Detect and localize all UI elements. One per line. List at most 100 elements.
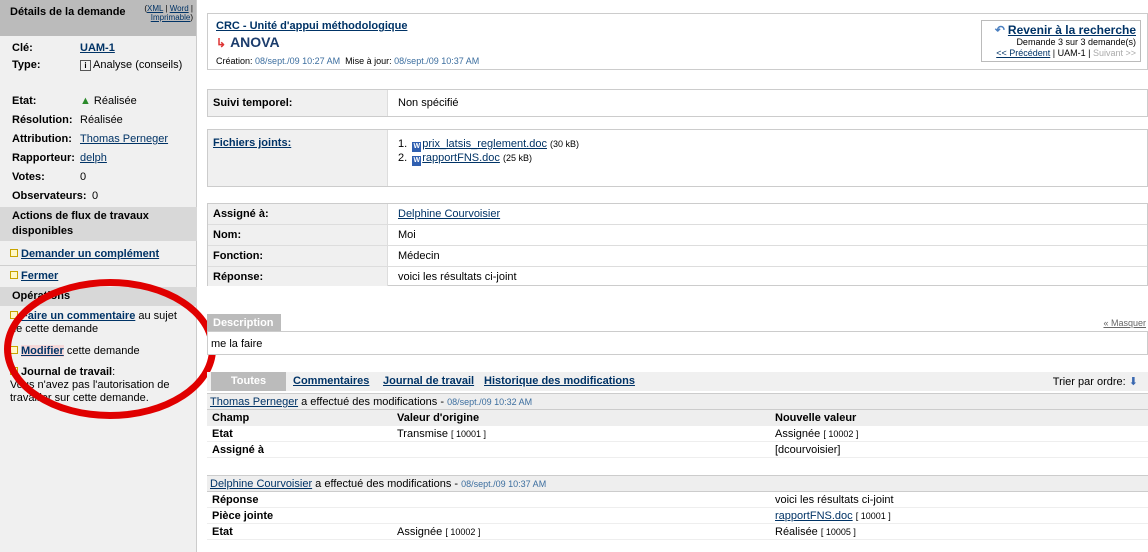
resolved-status-icon: ▲ (80, 95, 91, 107)
attachment-number: 2. (398, 152, 408, 164)
tab-history[interactable]: Historique des modifications (484, 375, 635, 387)
result-position: Demande 3 sur 3 demande(s) (1016, 37, 1136, 47)
updated-date: 08/sept./09 10:37 AM (394, 56, 480, 66)
tab-all[interactable]: Toutes (211, 372, 286, 391)
project-link[interactable]: CRC - Unité d'appui méthodologique (216, 20, 407, 32)
issue-dates: Création: 08/sept./09 10:27 AM Mise à jo… (216, 56, 479, 66)
history-new: Réalisée [ 10005 ] (775, 526, 856, 538)
description-tab: Description (207, 314, 281, 332)
history-old: Assignée [ 10002 ] (397, 526, 480, 538)
time-tracking-label: Suivi temporel: (208, 90, 388, 116)
history-field: Assigné à (212, 444, 264, 456)
field-label: Observateurs: (12, 190, 87, 202)
printable-link[interactable]: Imprimable (151, 13, 191, 22)
checkbox-icon (10, 249, 18, 257)
type-text: Analyse (conseils) (93, 59, 183, 71)
field-label: Attribution: (12, 133, 72, 145)
tab-worklog[interactable]: Journal de travail (383, 375, 474, 387)
votes-value: 0 (80, 171, 87, 183)
previous-link[interactable]: << Précédent (996, 48, 1050, 58)
custom-field-row: Réponse: voici les résultats ci-joint (208, 266, 1147, 286)
custom-fields-panel: Assigné à: Delphine Courvoisier Nom: Moi… (207, 203, 1148, 286)
created-date: 08/sept./09 10:27 AM (255, 56, 341, 66)
history-row: Pièce jointe rapportFNS.doc [ 10001 ] (207, 508, 1148, 524)
created-label: Création: (216, 56, 253, 66)
analysis-type-icon: i (80, 60, 91, 71)
custom-field-value: Moi (398, 229, 416, 241)
new-value: voici les résultats ci-joint (775, 494, 894, 506)
sidebar-header: Détails de la demande (XML | Word | Impr… (0, 0, 196, 36)
current-key: UAM-1 (1057, 48, 1086, 58)
word-link[interactable]: Word (170, 4, 189, 13)
column-old-value: Valeur d'origine (397, 412, 480, 424)
back-to-search[interactable]: ↶ Revenir à la recherche (986, 23, 1136, 37)
return-arrow-icon: ↶ (994, 23, 1005, 37)
history-columns: Champ Valeur d'origine Nouvelle valeur (207, 410, 1148, 426)
new-value: Assignée (775, 428, 821, 440)
history-date: 08/sept./09 10:37 AM (461, 479, 547, 489)
issue-title-row: ↳ ANOVA (216, 34, 280, 50)
custom-field-label: Fonction: (208, 246, 388, 266)
field-label: Résolution: (12, 114, 73, 126)
back-to-search-link[interactable]: Revenir à la recherche (1008, 23, 1136, 37)
status-text: Réalisée (93, 95, 137, 107)
custom-field-label: Assigné à: (208, 204, 388, 224)
tab-comments[interactable]: Commentaires (293, 375, 369, 387)
attachment-link[interactable]: rapportFNS.doc (775, 510, 853, 522)
assigned-to-link[interactable]: Delphine Courvoisier (398, 204, 500, 224)
history-author-link[interactable]: Thomas Perneger (210, 396, 298, 408)
description-body: me la faire (207, 332, 1148, 355)
request-complement-link[interactable]: Demander un complément (21, 248, 159, 260)
sort-arrow-icon[interactable]: ⬇ (1129, 376, 1138, 388)
checkbox-icon (10, 271, 18, 279)
subtask-arrow-icon: ↳ (216, 36, 227, 50)
history-new: rapportFNS.doc [ 10001 ] (775, 510, 891, 522)
attachments-label-cell: Fichiers joints: (208, 130, 388, 186)
attachment-link[interactable]: rapportFNS.doc (422, 152, 500, 164)
highlight-circle (4, 279, 216, 419)
close-link[interactable]: Fermer (21, 270, 58, 282)
history-row: Etat Transmise [ 10001 ] Assignée [ 1000… (207, 426, 1148, 442)
status-value: ▲ Réalisée (80, 95, 137, 107)
search-navigator: ↶ Revenir à la recherche Demande 3 sur 3 … (981, 20, 1141, 62)
activity-tabs: Toutes Commentaires Journal de travail H… (207, 372, 1148, 391)
field-label: Clé: (12, 42, 33, 54)
attachment-number: 1. (398, 138, 408, 150)
hide-description-link[interactable]: « Masquer (1103, 318, 1146, 328)
request-complement-action[interactable]: Demander un complément (10, 248, 192, 260)
sidebar-title: Détails de la demande (10, 6, 126, 18)
custom-field-row: Nom: Moi (208, 224, 1147, 245)
history-action: a effectué des modifications - (315, 478, 459, 490)
column-field: Champ (212, 412, 250, 424)
time-tracking-panel: Suivi temporel: Non spécifié (207, 89, 1148, 117)
sort-order[interactable]: Trier par ordre: ⬇ (1053, 375, 1138, 388)
history-group: Thomas Perneger a effectué des modificat… (207, 393, 1148, 458)
updated-label: Mise à jour: (345, 56, 392, 66)
field-label: Type: (12, 59, 41, 71)
sidebar: Détails de la demande (XML | Word | Impr… (0, 0, 216, 552)
attachment-list: 1. Wprix_latsis_reglement.doc (30 kB) 2.… (398, 138, 579, 166)
prev-next-nav: << Précédent | UAM-1 | Suivant >> (996, 48, 1136, 58)
xml-link[interactable]: XML (147, 4, 163, 13)
field-label: Rapporteur: (12, 152, 75, 164)
history-field: Réponse (212, 494, 259, 506)
history-row: Etat Assignée [ 10002 ] Réalisée [ 10005… (207, 524, 1148, 540)
custom-field-value: Médecin (398, 250, 440, 262)
divider (0, 265, 197, 266)
history-field: Pièce jointe (212, 510, 274, 522)
history-field: Etat (212, 428, 233, 440)
new-id: [ 10005 ] (820, 527, 856, 537)
issue-key-link[interactable]: UAM-1 (80, 42, 115, 54)
reporter-link[interactable]: delph (80, 152, 107, 164)
attachment-link[interactable]: prix_latsis_reglement.doc (422, 138, 547, 150)
assignee-link[interactable]: Thomas Perneger (80, 133, 168, 145)
old-id: [ 10001 ] (451, 429, 487, 439)
history-group: Delphine Courvoisier a effectué des modi… (207, 475, 1148, 540)
history-author-link[interactable]: Delphine Courvoisier (210, 478, 312, 490)
attachments-label-link[interactable]: Fichiers joints: (213, 137, 291, 149)
sort-label: Trier par ordre: (1052, 376, 1126, 388)
custom-field-row: Fonction: Médecin (208, 245, 1147, 266)
attachment-item: 2. WrapportFNS.doc (25 kB) (398, 152, 579, 166)
old-id: [ 10002 ] (445, 527, 481, 537)
history-new: Assignée [ 10002 ] (775, 428, 858, 440)
